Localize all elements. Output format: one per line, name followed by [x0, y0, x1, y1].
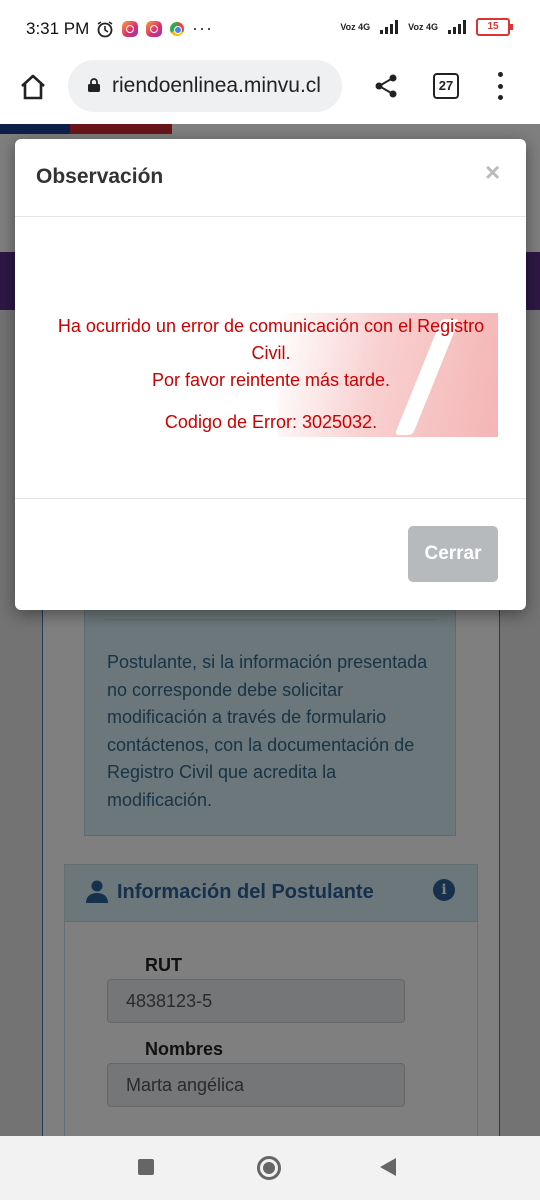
- status-right-icons: Voz 4G Voz 4G 15: [340, 18, 513, 36]
- error-code: Codigo de Error: 3025032.: [164, 412, 378, 432]
- alarm-icon: [97, 20, 113, 37]
- kebab-menu-icon[interactable]: [496, 72, 504, 100]
- network-label-2: Voz 4G: [408, 21, 438, 32]
- lock-icon: [88, 78, 100, 92]
- instagram-icon: [146, 20, 162, 37]
- modal-title: Observación: [36, 165, 164, 188]
- tabs-icon[interactable]: 27: [433, 73, 459, 99]
- modal-divider: [15, 216, 526, 217]
- signal-icon: [448, 20, 466, 34]
- battery-icon: 15: [476, 18, 513, 36]
- error-message: Ha ocurrido un error de comunicación con…: [57, 316, 485, 363]
- status-notification-icons: ···: [96, 18, 213, 39]
- close-icon[interactable]: ×: [485, 157, 500, 188]
- chrome-icon: [170, 21, 184, 36]
- url-text: riendoenlinea.minvu.cl: [112, 74, 321, 97]
- browser-toolbar: riendoenlinea.minvu.cl 27: [0, 58, 540, 125]
- more-dots-icon: ···: [192, 18, 213, 38]
- status-time: 3:31 PM: [26, 19, 90, 38]
- back-icon[interactable]: [380, 1158, 396, 1176]
- retry-message: Por favor reintente más tarde.: [151, 370, 391, 390]
- recents-icon[interactable]: [138, 1159, 154, 1175]
- observation-modal: Observación × Ha ocurrido un error de co…: [15, 139, 526, 610]
- home-icon[interactable]: [18, 72, 48, 102]
- signal-icon: [380, 20, 399, 34]
- share-icon[interactable]: [372, 72, 400, 100]
- modal-divider: [15, 498, 526, 499]
- url-bar[interactable]: riendoenlinea.minvu.cl: [68, 60, 342, 112]
- home-nav-icon[interactable]: [257, 1156, 281, 1180]
- status-bar: 3:31 PM ··· Voz 4G Voz 4G 15: [0, 0, 540, 58]
- close-button[interactable]: Cerrar: [408, 526, 498, 582]
- system-nav-bar: [0, 1136, 540, 1200]
- network-label-1: Voz 4G: [340, 21, 371, 32]
- instagram-icon: [122, 20, 138, 37]
